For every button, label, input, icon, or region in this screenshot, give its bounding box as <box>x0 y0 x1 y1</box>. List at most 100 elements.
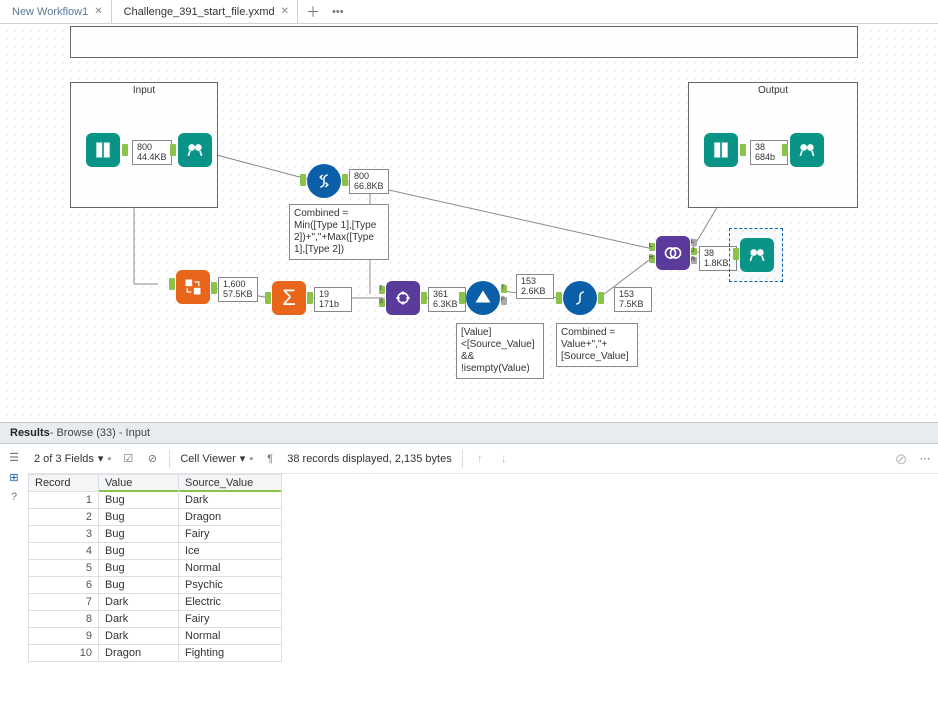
summarize-tool[interactable]: Σ <box>272 281 306 315</box>
results-toolbar: 2 of 3 Fields ▾ ▪ ☑ ⊘ Cell Viewer ▾ ▪ ¶ … <box>28 444 938 474</box>
more-icon[interactable]: ••• <box>332 6 344 18</box>
anchor-in[interactable] <box>169 278 175 290</box>
anchor-out-true[interactable]: T <box>501 285 507 293</box>
results-grid-wrap[interactable]: Record Value Source_Value 1BugDark2BugDr… <box>28 474 938 702</box>
annotation-formula1: Combined = Min([Type 1],[Type 2])+","+Ma… <box>289 204 389 260</box>
anchor-out[interactable] <box>307 292 313 304</box>
select-icon[interactable]: ☑ <box>121 452 135 466</box>
table-row[interactable]: 6BugPsychic <box>29 577 282 594</box>
input-data-tool-out[interactable] <box>704 133 738 167</box>
fields-dropdown[interactable]: 2 of 3 Fields ▾ ▪ <box>34 452 111 465</box>
table-row[interactable]: 9DarkNormal <box>29 628 282 645</box>
cell-value: Bug <box>99 560 179 577</box>
table-row[interactable]: 3BugFairy <box>29 526 282 543</box>
tab-challenge-file[interactable]: Challenge_391_start_file.yxmd ✕ <box>112 0 298 23</box>
cancel-icon[interactable]: ⊘ <box>145 452 159 466</box>
close-icon[interactable]: ✕ <box>94 6 102 17</box>
tab-bar: New Workflow1 ✕ Challenge_391_start_file… <box>0 0 938 24</box>
anchor-in[interactable] <box>300 174 306 186</box>
anchor-out[interactable] <box>740 144 746 156</box>
anchor-in[interactable]: S <box>379 299 385 307</box>
formula-tool[interactable] <box>307 164 341 198</box>
cell-source: Normal <box>179 560 282 577</box>
anchor-in[interactable] <box>556 292 562 304</box>
anchor-in[interactable] <box>733 248 739 260</box>
results-subtitle: - Browse (33) - Input <box>50 427 150 439</box>
cell-source: Electric <box>179 594 282 611</box>
cell-record: 1 <box>29 492 99 509</box>
paragraph-icon[interactable]: ¶ <box>263 452 277 466</box>
chevron-down-icon: ▾ <box>240 452 246 465</box>
container-title: Output <box>689 83 857 98</box>
anchor-in[interactable] <box>459 292 465 304</box>
table-row[interactable]: 7DarkElectric <box>29 594 282 611</box>
table-row[interactable]: 2BugDragon <box>29 509 282 526</box>
more-actions-icon[interactable]: ⋯ <box>918 452 932 466</box>
cell-record: 4 <box>29 543 99 560</box>
append-fields-tool[interactable] <box>386 281 420 315</box>
cell-value: Dark <box>99 611 179 628</box>
cell-source: Ice <box>179 543 282 560</box>
cell-source: Fairy <box>179 611 282 628</box>
cell-value: Bug <box>99 509 179 526</box>
cell-source: Fairy <box>179 526 282 543</box>
cell-source: Normal <box>179 628 282 645</box>
anchor-out[interactable] <box>598 292 604 304</box>
anchor-out-r[interactable]: R <box>691 257 697 264</box>
cell-value: Bug <box>99 543 179 560</box>
anchor-in[interactable] <box>782 144 788 156</box>
table-row[interactable]: 10DragonFighting <box>29 645 282 662</box>
anchor-out-l[interactable]: L <box>691 239 697 246</box>
table-row[interactable]: 4BugIce <box>29 543 282 560</box>
browse-tool-output[interactable] <box>790 133 824 167</box>
arrow-down-icon[interactable]: ↓ <box>497 452 511 466</box>
input-data-tool[interactable] <box>86 133 120 167</box>
formula-tool-2[interactable] <box>563 281 597 315</box>
arrow-up-icon[interactable]: ↑ <box>473 452 487 466</box>
add-tab-icon[interactable]: ＋ <box>306 2 320 22</box>
anchor-in[interactable] <box>170 144 176 156</box>
list-icon[interactable]: ☰ <box>7 450 21 464</box>
table-row[interactable]: 5BugNormal <box>29 560 282 577</box>
cell-source: Fighting <box>179 645 282 662</box>
anchor-in[interactable] <box>265 292 271 304</box>
anchor-out[interactable] <box>342 174 348 186</box>
col-header-source[interactable]: Source_Value <box>179 475 282 492</box>
anchor-in[interactable]: T <box>379 286 385 294</box>
anchor-in-l[interactable]: L <box>649 243 655 251</box>
metric-transpose: 1,60057.5KB <box>218 277 258 302</box>
workflow-canvas[interactable]: Input 80044.4KB Output 38684b 80066.8KB … <box>0 24 938 422</box>
disabled-icon[interactable]: ⊘ <box>894 452 908 466</box>
results-grid: Record Value Source_Value 1BugDark2BugDr… <box>28 474 282 662</box>
metric-formula2: 1537.5KB <box>614 287 652 312</box>
cell-record: 6 <box>29 577 99 594</box>
anchor-out-j[interactable]: J <box>691 248 697 255</box>
anchor-out[interactable] <box>211 282 217 294</box>
browse-tool-input[interactable] <box>178 133 212 167</box>
col-header-record[interactable]: Record <box>29 475 99 492</box>
help-icon[interactable]: ? <box>7 490 21 504</box>
anchor-out[interactable] <box>421 292 427 304</box>
cell-source: Dragon <box>179 509 282 526</box>
metric-input: 80044.4KB <box>132 140 172 165</box>
chevron-down-icon: ▾ <box>98 452 104 465</box>
anchor-out-false[interactable]: F <box>501 297 507 305</box>
comment-box-top[interactable] <box>70 26 858 58</box>
join-tool[interactable] <box>656 236 690 270</box>
anchor-in-r[interactable]: R <box>649 255 655 263</box>
close-icon[interactable]: ✕ <box>281 6 289 17</box>
cell-record: 10 <box>29 645 99 662</box>
table-row[interactable]: 1BugDark <box>29 492 282 509</box>
cell-record: 3 <box>29 526 99 543</box>
table-row[interactable]: 8DarkFairy <box>29 611 282 628</box>
filter-tool[interactable] <box>466 281 500 315</box>
cell-source: Dark <box>179 492 282 509</box>
tab-new-workflow[interactable]: New Workflow1 ✕ <box>0 0 112 23</box>
data-icon[interactable]: ⊞ <box>7 470 21 484</box>
transpose-tool[interactable] <box>176 270 210 304</box>
anchor-out[interactable] <box>122 144 128 156</box>
col-header-value[interactable]: Value <box>99 475 179 492</box>
browse-tool-selected[interactable] <box>740 238 774 272</box>
tab-label: New Workflow1 <box>12 6 88 18</box>
cell-viewer-dropdown[interactable]: Cell Viewer ▾ ▪ <box>180 452 253 465</box>
